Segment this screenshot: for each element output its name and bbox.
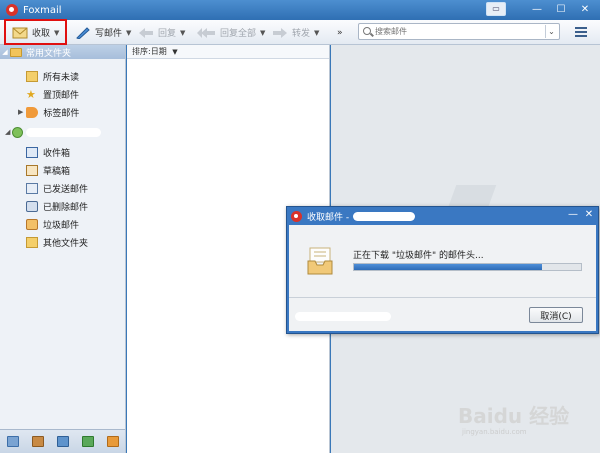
- folder-icon: [26, 236, 38, 248]
- calendar-icon[interactable]: [56, 436, 69, 447]
- forward-icon: [273, 28, 287, 38]
- folder-sidebar: ◢ 常用文件夹 所有未读 ★ 置顶邮件 ▶ 标签邮件 ◢ 收件箱 草稿箱 已发送…: [0, 45, 126, 453]
- sidebar-item-junk[interactable]: 垃圾邮件: [0, 215, 125, 233]
- compose-label: 写邮件: [95, 29, 123, 39]
- chevron-down-icon[interactable]: ▼: [314, 29, 319, 37]
- title-bar: Foxmail ▭ — ☐ ✕: [0, 0, 600, 20]
- reply-label: 回复: [158, 29, 177, 39]
- chevron-double-down-icon[interactable]: ⌄: [545, 25, 557, 38]
- menu-icon[interactable]: [575, 27, 587, 37]
- sidebar-item-label: 收件箱: [43, 148, 71, 159]
- progress-fill: [354, 264, 543, 270]
- watermark-url: jingyan.baidu.com: [462, 428, 527, 436]
- dialog-title: 收取邮件 -: [307, 212, 350, 223]
- download-status-text: 正在下载 "垃圾邮件" 的邮件头...: [353, 251, 484, 261]
- cancel-button[interactable]: 取消(C): [529, 307, 583, 323]
- reply-button[interactable]: 回复 ▼: [138, 22, 185, 43]
- sidebar-item-label: 置顶邮件: [43, 90, 80, 101]
- dialog-separator: [289, 297, 596, 298]
- expand-arrow-icon[interactable]: ▶: [18, 108, 23, 116]
- folder-icon: [26, 70, 38, 82]
- dialog-title-bar: 收取邮件 - — ✕: [287, 207, 598, 225]
- receive-highlight-box: [4, 19, 67, 45]
- contacts-icon[interactable]: [31, 436, 44, 447]
- search-icon: [363, 27, 371, 35]
- app-title: Foxmail: [23, 4, 62, 16]
- dialog-window-controls: — ✕: [568, 209, 594, 220]
- window-controls: ▭ — ☐ ✕: [486, 2, 596, 17]
- account-name-redacted: [353, 211, 416, 221]
- sidebar-item-pinned[interactable]: ★ 置顶邮件: [0, 85, 125, 103]
- close-button[interactable]: ✕: [574, 2, 596, 17]
- baidu-watermark-logo: Baidu 经验: [458, 404, 570, 428]
- search-input[interactable]: [375, 25, 535, 38]
- reply-all-label: 回复全部: [220, 29, 257, 39]
- notes-icon[interactable]: [81, 436, 94, 447]
- folder-icon: [10, 47, 22, 57]
- sidebar-item-label: 已删除邮件: [43, 202, 89, 213]
- sort-selector[interactable]: 排序:日期 ▼: [127, 45, 329, 59]
- forward-label: 转发: [292, 29, 311, 39]
- account-row[interactable]: ◢: [0, 124, 125, 140]
- trash-icon: [26, 200, 38, 212]
- more-button[interactable]: »: [337, 22, 343, 43]
- sidebar-bottom-bar: [0, 429, 125, 453]
- sidebar-item-label: 其他文件夹: [43, 238, 89, 249]
- sent-icon: [26, 182, 38, 194]
- sidebar-item-inbox[interactable]: 收件箱: [0, 143, 125, 161]
- receive-mail-dialog: 收取邮件 - — ✕ 正在下载 "垃圾邮件" 的邮件头... 取消(C): [286, 206, 599, 334]
- collapse-arrow-icon[interactable]: ◢: [5, 128, 10, 136]
- chevron-down-icon[interactable]: ▼: [180, 29, 185, 37]
- chevron-down-icon[interactable]: ▼: [126, 29, 131, 37]
- download-progress-bar: [353, 263, 582, 271]
- collapse-arrow-icon[interactable]: ◢: [0, 48, 10, 56]
- inbox-tray-icon: [307, 247, 333, 275]
- account-icon: [12, 126, 24, 138]
- inbox-icon: [26, 146, 38, 158]
- maximize-button[interactable]: ☐: [550, 2, 572, 17]
- minimize-button[interactable]: —: [526, 2, 548, 17]
- minimize-button[interactable]: —: [568, 209, 578, 220]
- sidebar-item-tagged[interactable]: ▶ 标签邮件: [0, 103, 125, 121]
- pen-icon: [76, 27, 90, 39]
- chevron-down-icon[interactable]: ▼: [260, 29, 265, 37]
- sidebar-item-all-unread[interactable]: 所有未读: [0, 67, 125, 85]
- sidebar-item-label: 已发送邮件: [43, 184, 89, 195]
- common-folders-header[interactable]: ◢ 常用文件夹: [0, 45, 125, 59]
- reply-icon: [139, 28, 153, 38]
- mail-view-icon[interactable]: [6, 436, 19, 447]
- drafts-icon: [26, 164, 38, 176]
- sidebar-item-other[interactable]: 其他文件夹: [0, 233, 125, 251]
- dialog-body: 正在下载 "垃圾邮件" 的邮件头... 取消(C): [289, 225, 596, 331]
- rss-icon[interactable]: [106, 436, 119, 447]
- junk-icon: [26, 218, 38, 230]
- chevron-down-icon[interactable]: ▼: [172, 48, 177, 56]
- reply-all-icon: [197, 28, 215, 38]
- foxmail-logo-icon: [6, 4, 18, 16]
- skin-icon[interactable]: ▭: [486, 2, 506, 16]
- sidebar-item-label: 垃圾邮件: [43, 220, 80, 231]
- common-folders-label: 常用文件夹: [26, 48, 72, 59]
- reply-all-button[interactable]: 回复全部 ▼: [196, 22, 265, 43]
- foxmail-logo-icon: [291, 210, 302, 222]
- search-box[interactable]: ⌄: [358, 23, 560, 40]
- sidebar-item-label: 所有未读: [43, 72, 80, 83]
- account-name-redacted: [295, 312, 391, 321]
- tag-icon: [26, 106, 39, 118]
- sort-label: 排序:日期: [132, 47, 167, 56]
- compose-button[interactable]: 写邮件 ▼: [75, 22, 131, 43]
- account-name-redacted: [26, 127, 102, 137]
- star-icon: ★: [26, 87, 36, 101]
- sidebar-item-label: 草稿箱: [43, 166, 71, 177]
- sidebar-item-label: 标签邮件: [43, 108, 80, 119]
- forward-button[interactable]: 转发 ▼: [272, 22, 319, 43]
- sidebar-item-drafts[interactable]: 草稿箱: [0, 161, 125, 179]
- sidebar-item-deleted[interactable]: 已删除邮件: [0, 197, 125, 215]
- sidebar-item-sent[interactable]: 已发送邮件: [0, 179, 125, 197]
- close-button[interactable]: ✕: [584, 209, 594, 220]
